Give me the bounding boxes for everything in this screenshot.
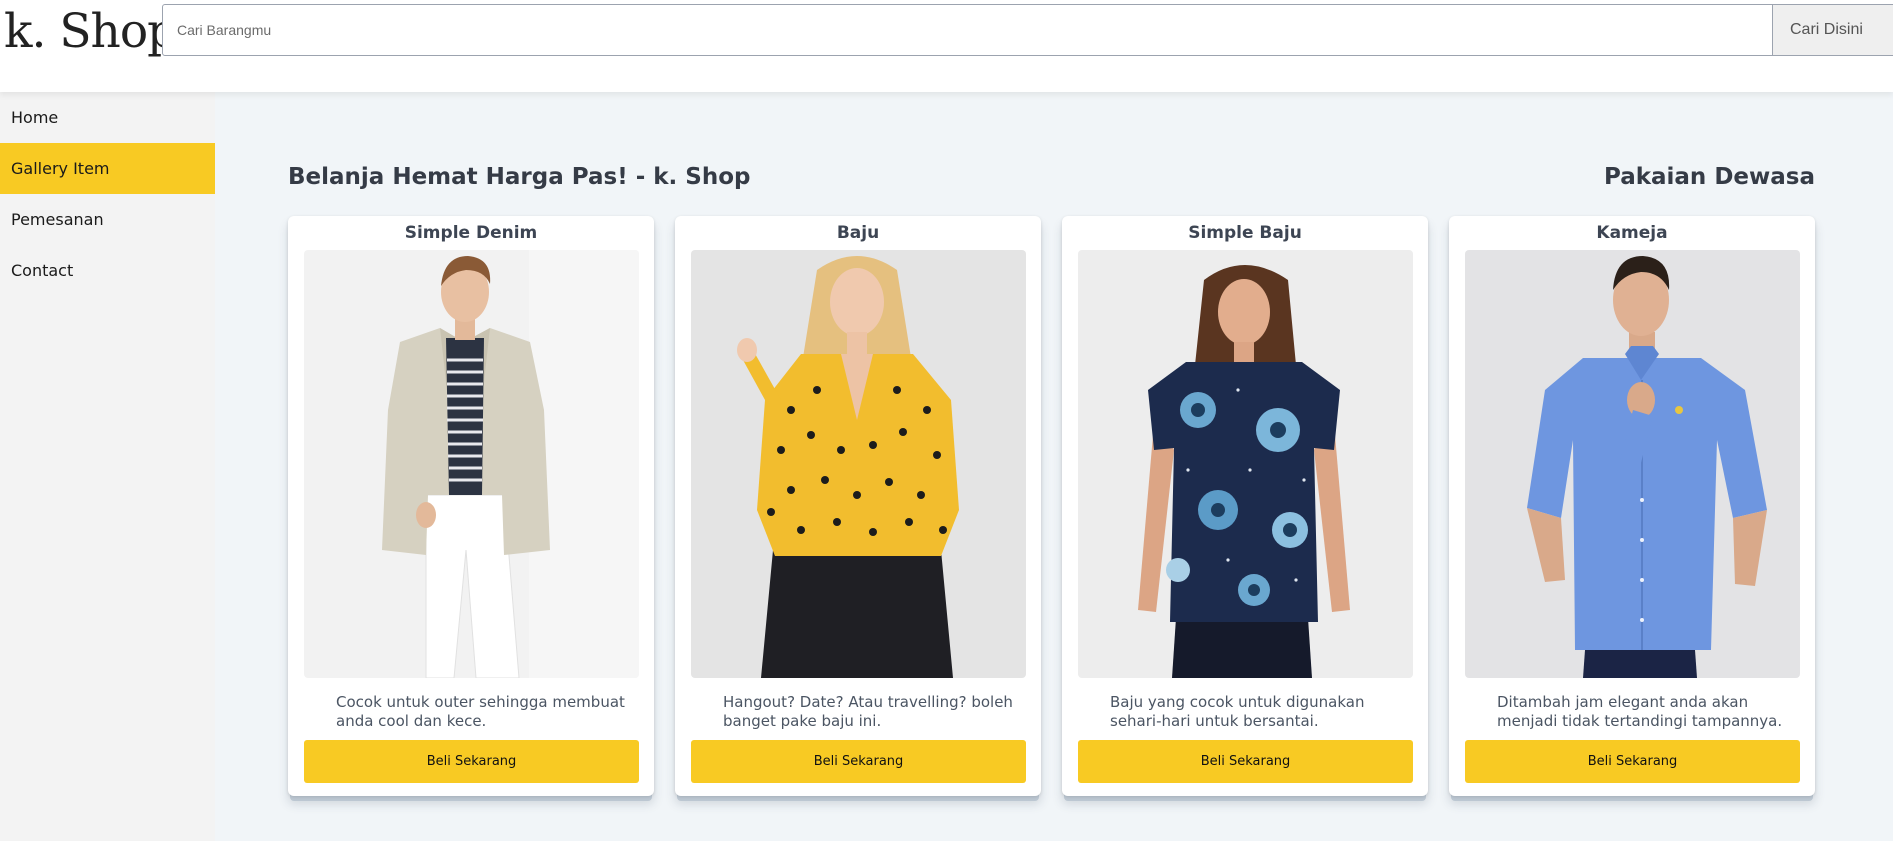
- product-card-baju: Baju Hangout? Date? Atau travelling? bol…: [675, 216, 1041, 796]
- product-description: Hangout? Date? Atau travelling? boleh ba…: [723, 693, 1013, 730]
- main-content: Belanja Hemat Harga Pas! - k. Shop Pakai…: [215, 92, 1893, 841]
- sidebar: Home Gallery Item Pemesanan Contact: [0, 92, 215, 841]
- product-image[interactable]: [691, 250, 1026, 678]
- buy-now-button[interactable]: Beli Sekarang: [304, 740, 639, 783]
- man-in-beige-blazer-photo: [304, 250, 639, 678]
- section-title: Pakaian Dewasa: [1603, 164, 1815, 190]
- buy-now-button[interactable]: Beli Sekarang: [1465, 740, 1800, 783]
- product-title: Kameja: [1596, 223, 1668, 243]
- woman-in-floral-navy-tshirt-photo: [1078, 250, 1413, 678]
- sidebar-item-pemesanan[interactable]: Pemesanan: [0, 194, 215, 245]
- product-image[interactable]: [1078, 250, 1413, 678]
- buy-now-button[interactable]: Beli Sekarang: [691, 740, 1026, 783]
- shop-logo[interactable]: k. Shop: [4, 4, 177, 60]
- product-image[interactable]: [1465, 250, 1800, 678]
- product-grid: Simple Denim Cocok untuk outer sehingga …: [288, 216, 1815, 796]
- product-description: Cocok untuk outer sehingga membuat anda …: [336, 693, 625, 730]
- sidebar-item-home[interactable]: Home: [0, 92, 215, 143]
- buy-now-button[interactable]: Beli Sekarang: [1078, 740, 1413, 783]
- top-header: k. Shop Cari Disini: [0, 0, 1893, 92]
- product-title: Simple Denim: [404, 223, 538, 243]
- search-button[interactable]: Cari Disini: [1772, 4, 1893, 56]
- product-card-simple-denim: Simple Denim Cocok untuk outer sehingga …: [288, 216, 654, 796]
- product-description: Baju yang cocok untuk digunakan sehari-h…: [1110, 693, 1365, 730]
- sidebar-item-gallery-item[interactable]: Gallery Item: [0, 143, 215, 194]
- woman-in-yellow-polka-dot-blouse-photo: [691, 250, 1026, 678]
- product-card-simple-baju: Simple Baju Baju yang cocok untuk diguna…: [1062, 216, 1428, 796]
- product-card-kameja: Kameja Ditambah jam elegant anda akan me…: [1449, 216, 1815, 796]
- page-title: Belanja Hemat Harga Pas! - k. Shop: [288, 164, 751, 190]
- product-description: Ditambah jam elegant anda akan menjadi t…: [1497, 693, 1783, 730]
- product-title: Baju: [836, 223, 880, 243]
- product-title: Simple Baju: [1188, 223, 1302, 243]
- product-image[interactable]: [304, 250, 639, 678]
- search-input[interactable]: [162, 4, 1774, 56]
- man-in-blue-shirt-photo: [1465, 250, 1800, 678]
- sidebar-item-contact[interactable]: Contact: [0, 245, 215, 296]
